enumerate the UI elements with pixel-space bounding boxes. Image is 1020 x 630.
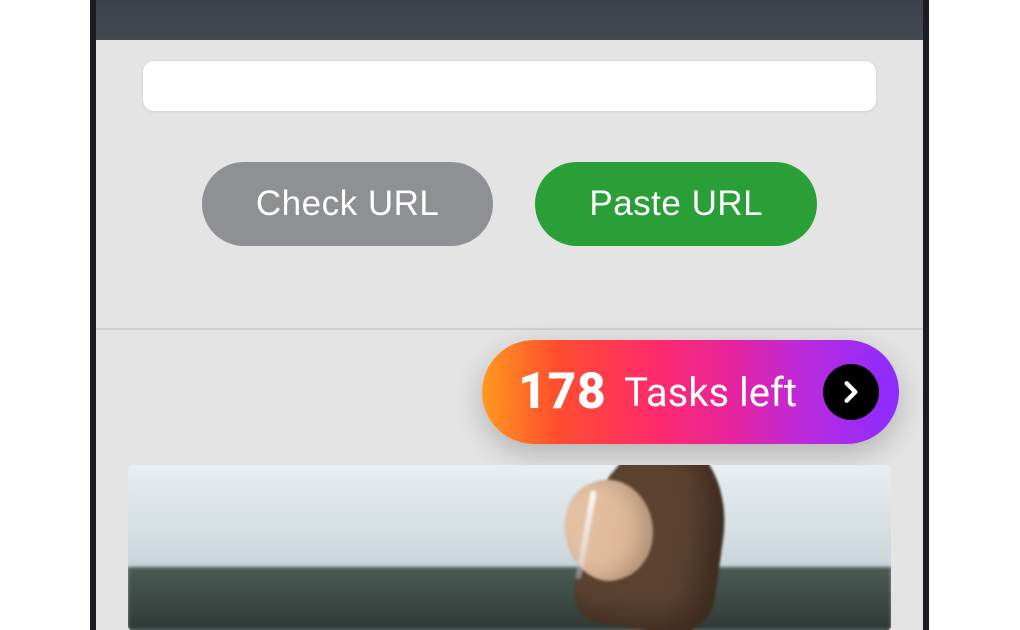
url-input-card[interactable] <box>142 60 877 112</box>
chevron-right-icon <box>823 364 879 420</box>
content-area: Check URL Paste URL 178 Tasks left <box>96 40 923 630</box>
tasks-left-pill[interactable]: 178 Tasks left <box>482 340 899 444</box>
tasks-label: Tasks left <box>624 369 797 416</box>
app-screenshot: Check URL Paste URL 178 Tasks left <box>0 0 1020 630</box>
button-row: Check URL Paste URL <box>96 162 923 246</box>
media-preview-image <box>128 465 891 630</box>
status-bar <box>96 0 923 40</box>
phone-frame: Check URL Paste URL 178 Tasks left <box>90 0 929 630</box>
section-divider <box>96 328 923 330</box>
paste-url-button[interactable]: Paste URL <box>535 162 817 246</box>
check-url-button[interactable]: Check URL <box>202 162 493 246</box>
tasks-count: 178 <box>518 363 606 421</box>
